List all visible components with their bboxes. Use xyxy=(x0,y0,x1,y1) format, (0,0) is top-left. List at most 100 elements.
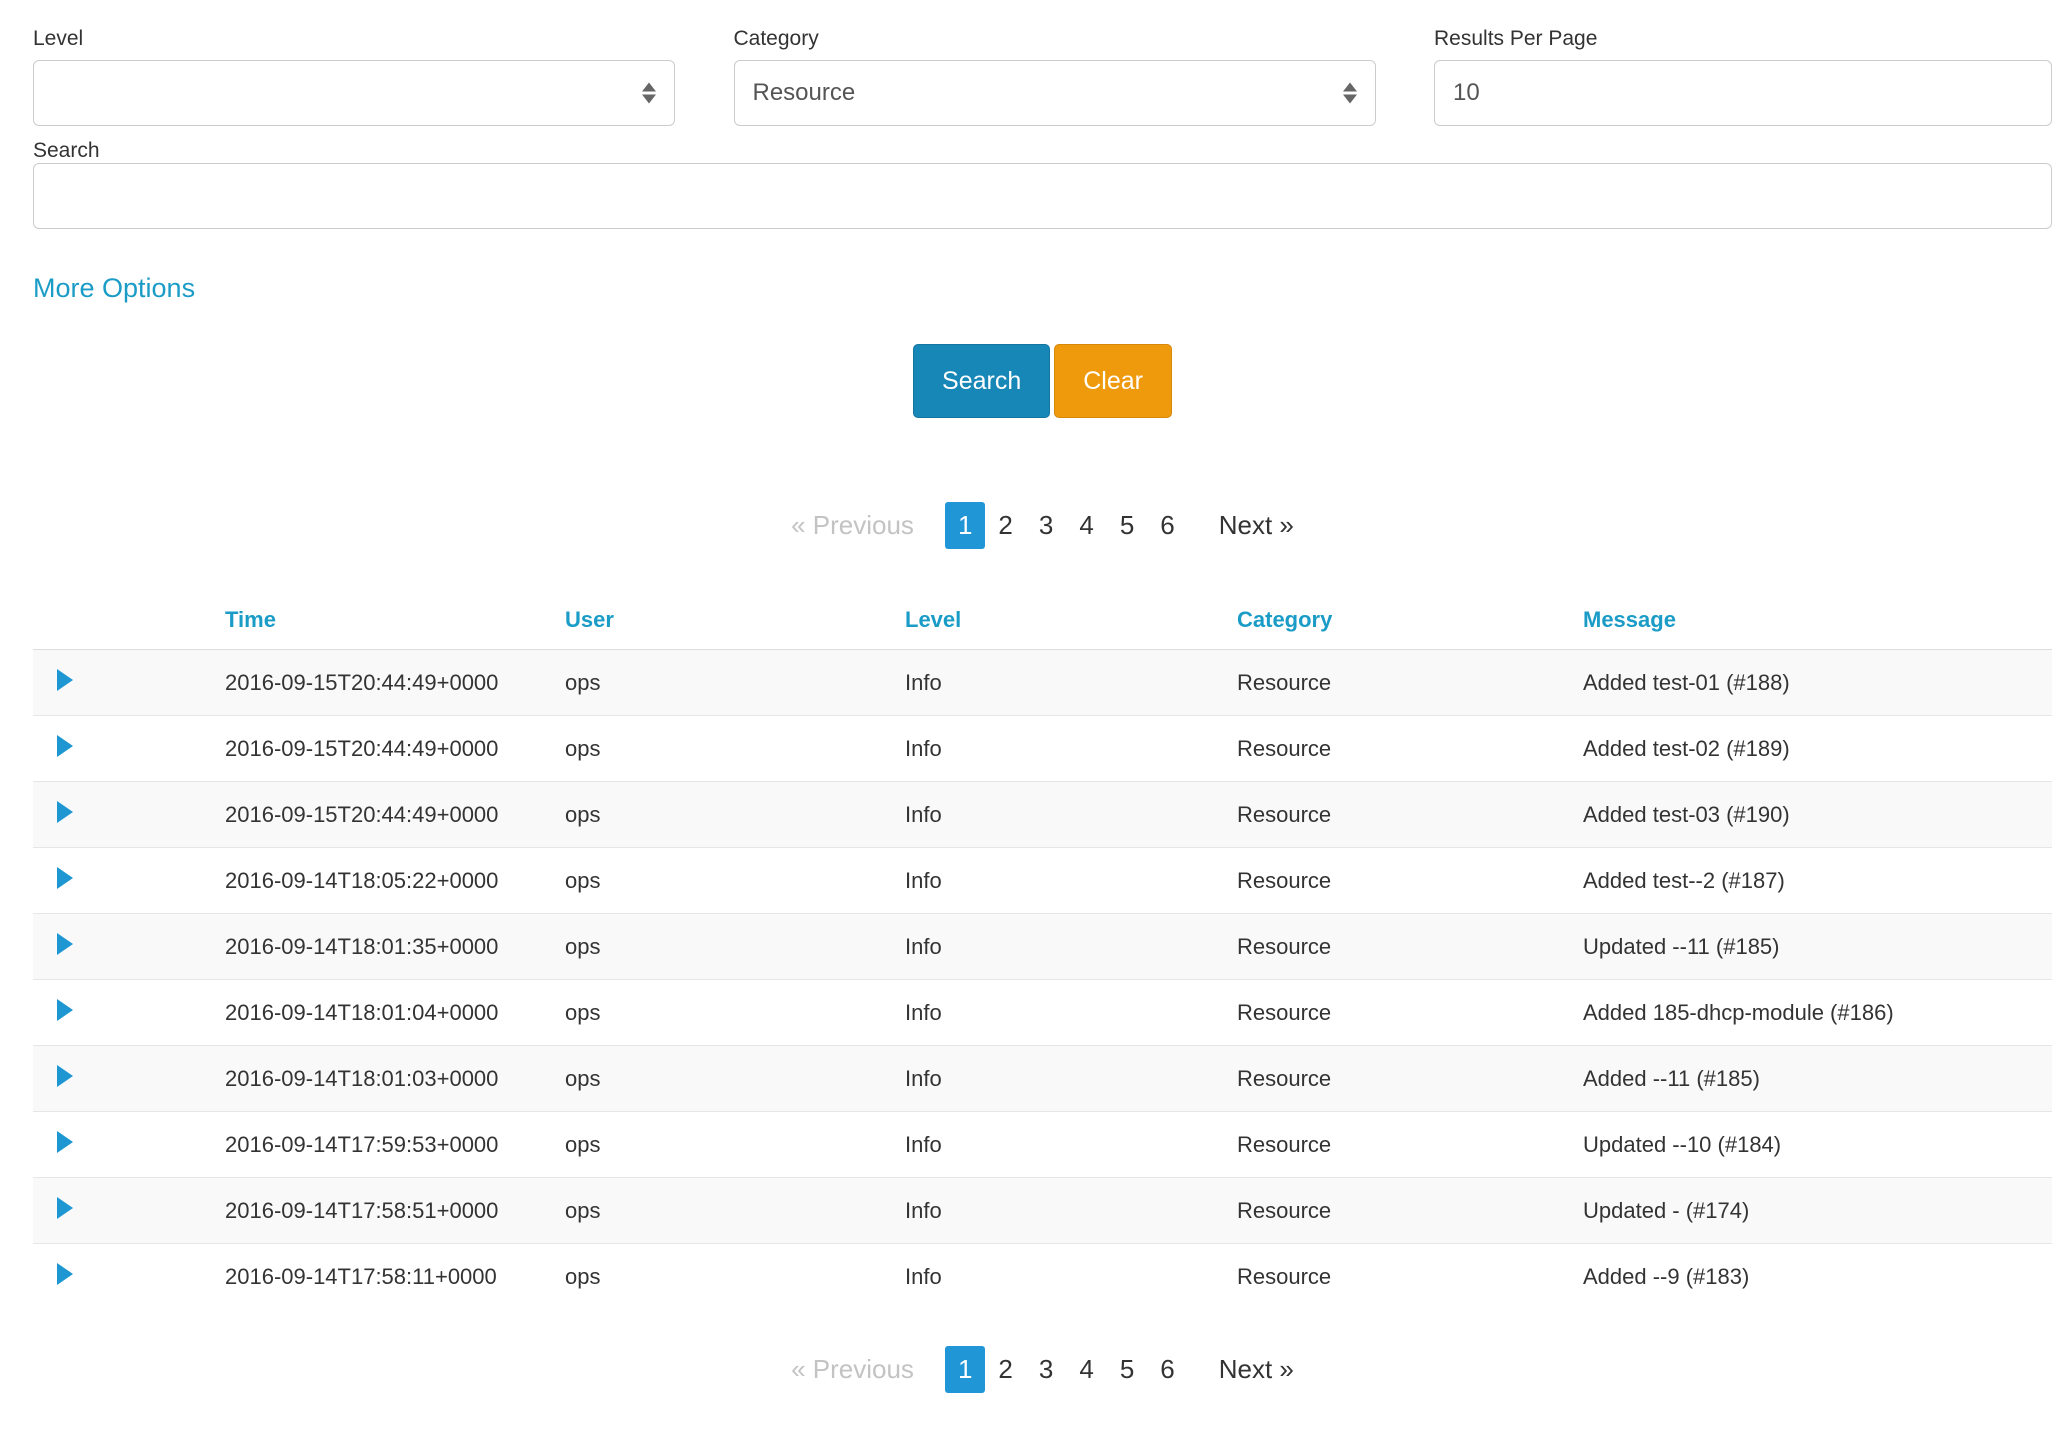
pagination-page-active[interactable]: 1 xyxy=(945,1346,985,1393)
cell-user: ops xyxy=(555,1244,895,1310)
search-block: Search xyxy=(33,138,2052,229)
message-column-header[interactable]: Message xyxy=(1573,593,2052,650)
table-row: 2016-09-14T17:59:53+0000opsInfoResourceU… xyxy=(33,1112,2052,1178)
table-row: 2016-09-14T17:58:51+0000opsInfoResourceU… xyxy=(33,1178,2052,1244)
level-filter: Level xyxy=(33,26,675,126)
pagination-page[interactable]: 2 xyxy=(985,1346,1025,1393)
cell-user: ops xyxy=(555,980,895,1046)
pagination-page[interactable]: 4 xyxy=(1066,502,1106,549)
pagination-next[interactable]: Next » xyxy=(1206,502,1307,549)
cell-time: 2016-09-15T20:44:49+0000 xyxy=(215,650,555,716)
category-filter: Category Resource xyxy=(734,26,1376,126)
cell-message: Added test-03 (#190) xyxy=(1573,782,2052,848)
more-options-link[interactable]: More Options xyxy=(33,273,195,304)
cell-category: Resource xyxy=(1227,716,1573,782)
select-arrows-icon xyxy=(1343,83,1357,104)
filter-row: Level Category Resource Results Per Page xyxy=(33,26,2052,126)
table-row: 2016-09-15T20:44:49+0000opsInfoResourceA… xyxy=(33,782,2052,848)
expand-row-icon[interactable] xyxy=(57,867,73,889)
category-column-header[interactable]: Category xyxy=(1227,593,1573,650)
pagination-top: « Previous 123456 Next » xyxy=(33,502,2052,549)
cell-user: ops xyxy=(555,650,895,716)
cell-category: Resource xyxy=(1227,650,1573,716)
search-button[interactable]: Search xyxy=(913,344,1050,418)
cell-time: 2016-09-14T18:01:03+0000 xyxy=(215,1046,555,1112)
caret-column-header xyxy=(33,593,215,650)
cell-category: Resource xyxy=(1227,1046,1573,1112)
results-per-page-filter: Results Per Page xyxy=(1434,26,2052,126)
pagination-next[interactable]: Next » xyxy=(1206,1346,1307,1393)
pagination-bottom: « Previous 123456 Next » xyxy=(33,1346,2052,1393)
cell-user: ops xyxy=(555,782,895,848)
log-viewer-page: Level Category Resource Results Per Page xyxy=(0,0,2072,1433)
table-row: 2016-09-14T18:01:35+0000opsInfoResourceU… xyxy=(33,914,2052,980)
cell-level: Info xyxy=(895,650,1227,716)
level-select[interactable] xyxy=(33,60,675,126)
cell-message: Added --9 (#183) xyxy=(1573,1244,2052,1310)
cell-level: Info xyxy=(895,1178,1227,1244)
expand-row-icon[interactable] xyxy=(57,1131,73,1153)
expand-row-icon[interactable] xyxy=(57,933,73,955)
cell-level: Info xyxy=(895,1244,1227,1310)
cell-level: Info xyxy=(895,716,1227,782)
results-per-page-input[interactable] xyxy=(1434,60,2052,126)
pagination-page[interactable]: 3 xyxy=(1026,1346,1066,1393)
expand-row-icon[interactable] xyxy=(57,999,73,1021)
category-label: Category xyxy=(734,26,1376,51)
search-label: Search xyxy=(33,139,100,162)
table-header-row: Time User Level Category Message xyxy=(33,593,2052,650)
cell-category: Resource xyxy=(1227,1112,1573,1178)
pagination-page[interactable]: 4 xyxy=(1066,1346,1106,1393)
expand-row-icon[interactable] xyxy=(57,1065,73,1087)
pagination-previous[interactable]: « Previous xyxy=(778,1346,927,1393)
cell-level: Info xyxy=(895,980,1227,1046)
cell-time: 2016-09-14T17:59:53+0000 xyxy=(215,1112,555,1178)
cell-time: 2016-09-14T18:01:35+0000 xyxy=(215,914,555,980)
level-column-header[interactable]: Level xyxy=(895,593,1227,650)
cell-message: Updated --10 (#184) xyxy=(1573,1112,2052,1178)
cell-time: 2016-09-14T17:58:51+0000 xyxy=(215,1178,555,1244)
pagination-page[interactable]: 6 xyxy=(1147,1346,1187,1393)
table-row: 2016-09-14T18:05:22+0000opsInfoResourceA… xyxy=(33,848,2052,914)
results-per-page-label: Results Per Page xyxy=(1434,26,2052,51)
expand-row-icon[interactable] xyxy=(57,1263,73,1285)
table-body: 2016-09-15T20:44:49+0000opsInfoResourceA… xyxy=(33,650,2052,1310)
expand-row-icon[interactable] xyxy=(57,735,73,757)
time-column-header[interactable]: Time xyxy=(215,593,555,650)
pagination-page[interactable]: 5 xyxy=(1107,1346,1147,1393)
cell-category: Resource xyxy=(1227,848,1573,914)
cell-message: Updated - (#174) xyxy=(1573,1178,2052,1244)
pagination-previous[interactable]: « Previous xyxy=(778,502,927,549)
select-arrows-icon xyxy=(642,83,656,104)
table-row: 2016-09-15T20:44:49+0000opsInfoResourceA… xyxy=(33,716,2052,782)
cell-time: 2016-09-14T18:05:22+0000 xyxy=(215,848,555,914)
cell-message: Added test-01 (#188) xyxy=(1573,650,2052,716)
category-select[interactable]: Resource xyxy=(734,60,1376,126)
cell-category: Resource xyxy=(1227,782,1573,848)
cell-user: ops xyxy=(555,1046,895,1112)
cell-time: 2016-09-15T20:44:49+0000 xyxy=(215,716,555,782)
level-label: Level xyxy=(33,26,675,51)
cell-user: ops xyxy=(555,716,895,782)
pagination-page[interactable]: 6 xyxy=(1147,502,1187,549)
clear-button[interactable]: Clear xyxy=(1054,344,1172,418)
category-select-value: Resource xyxy=(753,79,856,107)
pagination-page[interactable]: 3 xyxy=(1026,502,1066,549)
pagination-page[interactable]: 2 xyxy=(985,502,1025,549)
pagination-page-active[interactable]: 1 xyxy=(945,502,985,549)
cell-level: Info xyxy=(895,782,1227,848)
cell-category: Resource xyxy=(1227,1244,1573,1310)
search-input[interactable] xyxy=(33,163,2052,229)
action-buttons: Search Clear xyxy=(33,344,2052,418)
table-row: 2016-09-14T18:01:03+0000opsInfoResourceA… xyxy=(33,1046,2052,1112)
cell-category: Resource xyxy=(1227,914,1573,980)
expand-row-icon[interactable] xyxy=(57,1197,73,1219)
cell-time: 2016-09-14T18:01:04+0000 xyxy=(215,980,555,1046)
table-row: 2016-09-14T17:58:11+0000opsInfoResourceA… xyxy=(33,1244,2052,1310)
user-column-header[interactable]: User xyxy=(555,593,895,650)
expand-row-icon[interactable] xyxy=(57,669,73,691)
cell-category: Resource xyxy=(1227,980,1573,1046)
expand-row-icon[interactable] xyxy=(57,801,73,823)
pagination-page[interactable]: 5 xyxy=(1107,502,1147,549)
cell-user: ops xyxy=(555,1112,895,1178)
